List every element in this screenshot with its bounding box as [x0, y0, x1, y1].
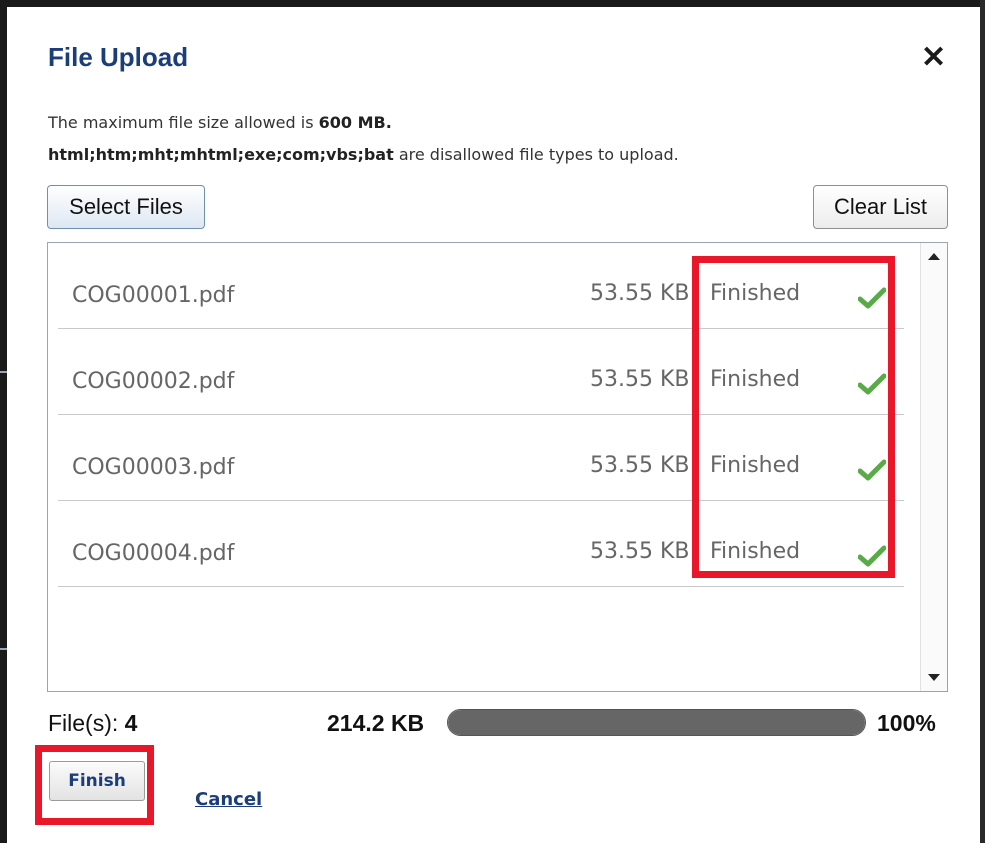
- disallowed-types-info: html;htm;mht;mhtml;exe;com;vbs;bat are d…: [48, 145, 679, 164]
- file-row: COG00004.pdf 53.55 KB Finished: [58, 501, 904, 587]
- file-row: COG00003.pdf 53.55 KB Finished: [58, 415, 904, 501]
- scroll-down-arrow-icon[interactable]: [928, 674, 940, 681]
- file-name: COG00001.pdf: [72, 283, 235, 308]
- file-size: 53.55 KB: [590, 453, 690, 478]
- max-size-info: The maximum file size allowed is 600 MB.: [48, 113, 392, 132]
- file-name: COG00002.pdf: [72, 369, 235, 394]
- file-count-label: File(s):: [48, 710, 119, 736]
- file-status: Finished: [710, 453, 801, 478]
- checkmark-icon: [858, 373, 886, 395]
- file-status: Finished: [710, 367, 801, 392]
- scroll-up-arrow-icon[interactable]: [928, 253, 940, 260]
- select-files-button[interactable]: Select Files: [47, 185, 205, 229]
- file-name: COG00004.pdf: [72, 541, 235, 566]
- file-row: COG00001.pdf 53.55 KB Finished: [58, 243, 904, 329]
- list-scrollbar[interactable]: [920, 243, 947, 691]
- file-name: COG00003.pdf: [72, 455, 235, 480]
- clear-list-button[interactable]: Clear List: [813, 185, 948, 229]
- file-status: Finished: [710, 281, 801, 306]
- frame-tick: [0, 648, 7, 650]
- max-size-value: 600 MB.: [318, 113, 392, 132]
- file-row: COG00002.pdf 53.55 KB Finished: [58, 329, 904, 415]
- checkmark-icon: [858, 459, 886, 481]
- upload-progress-fill: [448, 710, 865, 735]
- window-frame-right: [980, 0, 985, 843]
- disallowed-types: html;htm;mht;mhtml;exe;com;vbs;bat: [48, 145, 394, 164]
- finish-button[interactable]: Finish: [49, 761, 145, 801]
- frame-tick: [0, 371, 7, 373]
- file-upload-dialog: File Upload ✕ The maximum file size allo…: [9, 9, 979, 843]
- dialog-title: File Upload: [48, 42, 189, 72]
- file-size: 53.55 KB: [590, 539, 690, 564]
- file-count: File(s): 4: [48, 710, 137, 737]
- max-size-text: The maximum file size allowed is: [48, 113, 319, 132]
- checkmark-icon: [858, 545, 886, 567]
- total-size: 214.2 KB: [327, 710, 425, 736]
- cancel-link[interactable]: Cancel: [195, 789, 262, 810]
- window-frame-top: [0, 0, 985, 7]
- upload-progress-bar: [447, 709, 866, 736]
- file-count-value: 4: [124, 710, 138, 736]
- close-icon[interactable]: ✕: [921, 43, 946, 73]
- file-size: 53.55 KB: [590, 367, 690, 392]
- file-list[interactable]: COG00001.pdf 53.55 KB Finished COG00002.…: [47, 242, 948, 692]
- file-status: Finished: [710, 539, 801, 564]
- progress-percent: 100%: [877, 710, 936, 736]
- file-size: 53.55 KB: [590, 281, 690, 306]
- window-frame-left: [0, 0, 7, 843]
- disallowed-suffix: are disallowed file types to upload.: [393, 145, 679, 164]
- checkmark-icon: [858, 287, 886, 309]
